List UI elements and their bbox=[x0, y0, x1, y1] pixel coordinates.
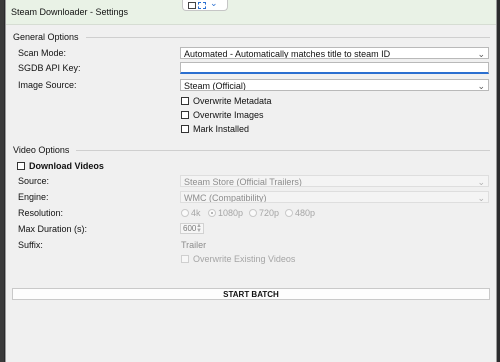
chevron-down-icon: ⌄ bbox=[477, 177, 485, 187]
chevron-down-icon: ⌄ bbox=[477, 193, 485, 203]
general-options-divider bbox=[86, 37, 490, 38]
image-source-label: Image Source: bbox=[18, 80, 77, 90]
mark-installed-label: Mark Installed bbox=[193, 124, 250, 134]
source-value: Steam Store (Official Trailers) bbox=[184, 177, 302, 187]
overwrite-metadata-label: Overwrite Metadata bbox=[193, 96, 272, 106]
chevron-down-icon: ⌄ bbox=[210, 0, 218, 8]
source-label: Source: bbox=[18, 176, 50, 186]
download-videos-checkbox[interactable]: Download Videos bbox=[17, 161, 104, 171]
engine-dropdown[interactable]: WMC (Compatibility) ⌄ bbox=[180, 191, 489, 203]
resolution-option-label: 1080p bbox=[218, 208, 244, 218]
resolution-radio-480p[interactable]: 480p bbox=[285, 208, 315, 218]
checkbox-box bbox=[181, 97, 189, 105]
video-options-label: Video Options bbox=[13, 145, 70, 155]
general-options-label: General Options bbox=[13, 32, 79, 42]
sgdb-api-key-label: SGDB API Key: bbox=[18, 63, 81, 73]
overwrite-images-checkbox[interactable]: Overwrite Images bbox=[181, 110, 264, 120]
resolution-radio-720p[interactable]: 720p bbox=[249, 208, 279, 218]
max-duration-input[interactable]: 600 ▲ ▼ bbox=[180, 223, 204, 234]
source-dropdown[interactable]: Steam Store (Official Trailers) ⌄ bbox=[180, 175, 489, 187]
resolution-option-label: 4k bbox=[191, 208, 201, 218]
sgdb-api-key-input[interactable] bbox=[180, 62, 489, 74]
title-bar[interactable]: Steam Downloader - Settings bbox=[6, 0, 496, 25]
resolution-option-label: 480p bbox=[295, 208, 316, 218]
engine-label: Engine: bbox=[18, 192, 49, 202]
resolution-radio-1080p[interactable]: 1080p bbox=[208, 208, 243, 218]
overwrite-images-label: Overwrite Images bbox=[193, 110, 264, 120]
overwrite-metadata-checkbox[interactable]: Overwrite Metadata bbox=[181, 96, 272, 106]
checkbox-box bbox=[181, 111, 189, 119]
resolution-label: Resolution: bbox=[18, 208, 64, 218]
overwrite-existing-videos-label: Overwrite Existing Videos bbox=[193, 254, 296, 264]
engine-value: WMC (Compatibility) bbox=[184, 193, 267, 203]
window-title: Steam Downloader - Settings bbox=[11, 7, 129, 17]
mark-installed-checkbox[interactable]: Mark Installed bbox=[181, 124, 249, 134]
scan-mode-label: Scan Mode: bbox=[18, 48, 67, 58]
video-options-divider bbox=[76, 150, 490, 151]
max-duration-value: 600 bbox=[183, 224, 197, 233]
chevron-down-icon: ⌄ bbox=[477, 81, 485, 91]
max-duration-label: Max Duration (s): bbox=[18, 224, 88, 234]
scan-mode-dropdown[interactable]: Automated - Automatically matches title … bbox=[180, 47, 489, 59]
snap-window-icon bbox=[188, 2, 196, 9]
image-source-value: Steam (Official) bbox=[184, 81, 246, 91]
checkbox-box bbox=[181, 255, 189, 263]
radio-dot bbox=[285, 209, 293, 217]
radio-dot bbox=[249, 209, 257, 217]
snap-layout-icon[interactable]: ⌄ bbox=[182, 0, 228, 11]
settings-window: Steam Downloader - Settings ⌄ General Op… bbox=[5, 0, 497, 362]
spinner-arrows-icon[interactable]: ▲ ▼ bbox=[196, 223, 202, 234]
suffix-value[interactable]: Trailer bbox=[181, 240, 206, 250]
checkbox-box bbox=[181, 125, 189, 133]
start-batch-button[interactable]: START BATCH bbox=[12, 288, 490, 300]
overwrite-existing-videos-checkbox[interactable]: Overwrite Existing Videos bbox=[181, 254, 295, 264]
suffix-label: Suffix: bbox=[18, 240, 43, 250]
download-videos-label: Download Videos bbox=[29, 161, 104, 171]
resolution-option-label: 720p bbox=[259, 208, 280, 218]
image-source-dropdown[interactable]: Steam (Official) ⌄ bbox=[180, 79, 489, 91]
scan-mode-value: Automated - Automatically matches title … bbox=[184, 49, 391, 59]
chevron-down-icon: ⌄ bbox=[477, 49, 485, 59]
desktop-background-left bbox=[0, 0, 4, 362]
snap-dashed-icon bbox=[198, 2, 206, 9]
radio-dot-selected bbox=[208, 209, 216, 217]
checkbox-box bbox=[17, 162, 25, 170]
resolution-radio-4k[interactable]: 4k bbox=[181, 208, 201, 218]
radio-dot bbox=[181, 209, 189, 217]
